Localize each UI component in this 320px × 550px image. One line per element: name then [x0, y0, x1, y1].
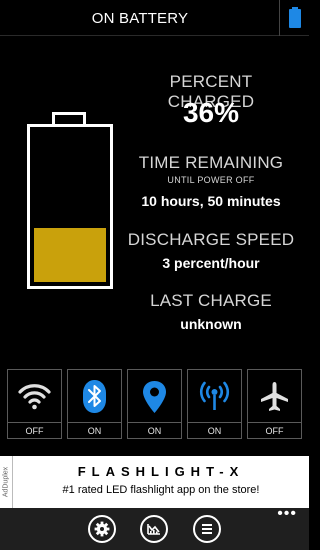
discharge-speed-value: 3 percent/hour: [162, 255, 260, 271]
battery-icon: [279, 0, 309, 36]
battery-level-fill: [34, 228, 106, 282]
percent-charged-value-row: 36%: [126, 97, 296, 129]
last-charge-value-row: unknown: [126, 316, 296, 332]
settings-button[interactable]: [88, 515, 116, 543]
usage-chart-button[interactable]: [140, 515, 168, 543]
wifi-state: OFF: [8, 422, 61, 438]
cellular-toggle[interactable]: ON: [187, 369, 242, 439]
location-toggle[interactable]: ON: [127, 369, 182, 439]
page-title: ON BATTERY: [91, 10, 189, 27]
time-remaining-sublabel: UNTIL POWER OFF: [167, 175, 255, 185]
ad-banner[interactable]: AdDuplex FLASHLIGHT-X #1 rated LED flash…: [0, 456, 309, 508]
bluetooth-icon: [68, 370, 121, 423]
percent-charged-value: 36%: [182, 97, 240, 128]
ad-title: FLASHLIGHT-X: [77, 464, 245, 479]
cellular-state: ON: [188, 422, 241, 438]
quick-toggles: OFF ON ON ON OFF: [7, 369, 303, 439]
bluetooth-toggle[interactable]: ON: [67, 369, 122, 439]
time-remaining-label: TIME REMAINING: [138, 153, 284, 172]
location-state: ON: [128, 422, 181, 438]
wifi-toggle[interactable]: OFF: [7, 369, 62, 439]
discharge-speed-section: DISCHARGE SPEED: [126, 230, 296, 250]
title-bar: ON BATTERY: [0, 0, 309, 36]
airplane-mode-state: OFF: [248, 422, 301, 438]
settings-icon: [94, 521, 110, 537]
app-bar: •••: [0, 506, 309, 550]
wifi-icon: [8, 370, 61, 423]
ad-text: #1 rated LED flashlight app on the store…: [62, 484, 260, 496]
usage-chart-icon: [147, 524, 160, 535]
ad-provider-tag: AdDuplex: [0, 456, 13, 508]
battery-gauge: [27, 112, 113, 289]
time-remaining-sub-row: UNTIL POWER OFF: [126, 175, 296, 185]
time-remaining-section: TIME REMAINING: [126, 153, 296, 173]
time-remaining-value: 10 hours, 50 minutes: [141, 193, 281, 209]
more-options-icon[interactable]: •••: [277, 506, 297, 522]
location-pin-icon: [128, 370, 181, 423]
list-button[interactable]: [193, 515, 221, 543]
airplane-icon: [248, 370, 301, 423]
last-charge-section: LAST CHARGE: [126, 291, 296, 311]
time-remaining-value-row: 10 hours, 50 minutes: [126, 193, 296, 209]
discharge-speed-value-row: 3 percent/hour: [126, 255, 296, 271]
last-charge-label: LAST CHARGE: [150, 291, 272, 310]
discharge-speed-label: DISCHARGE SPEED: [127, 230, 295, 249]
battery-body: [27, 124, 113, 289]
cellular-antenna-icon: [188, 370, 241, 423]
last-charge-value: unknown: [180, 316, 242, 332]
list-icon: [202, 524, 212, 534]
bluetooth-state: ON: [68, 422, 121, 438]
airplane-mode-toggle[interactable]: OFF: [247, 369, 302, 439]
